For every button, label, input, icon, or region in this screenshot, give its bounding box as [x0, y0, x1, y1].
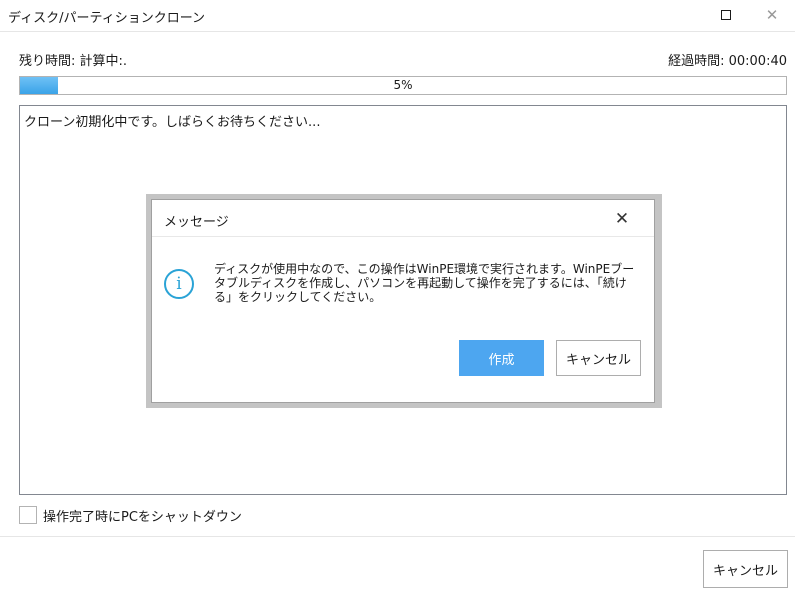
dialog-cancel-button[interactable]: キャンセル	[556, 340, 641, 376]
maximize-button[interactable]	[703, 0, 749, 30]
info-icon: i	[164, 269, 194, 299]
elapsed-label: 経過時間:	[668, 54, 725, 69]
shutdown-checkbox[interactable]	[19, 506, 37, 524]
title-bar: ディスク/パーティションクローン ✕	[0, 0, 795, 32]
close-icon: ✕	[765, 6, 779, 24]
maximize-icon	[721, 10, 731, 20]
footer-divider	[0, 536, 795, 537]
window-title: ディスク/パーティションクローン	[8, 11, 206, 26]
close-icon: ✕	[614, 209, 630, 229]
dialog-close-button[interactable]: ✕	[604, 204, 640, 234]
shutdown-option[interactable]: 操作完了時にPCをシャットダウン	[19, 505, 242, 525]
dialog-title: メッセージ	[164, 215, 229, 230]
progress-text: 5%	[393, 78, 413, 92]
message-dialog: メッセージ ✕ i ディスクが使用中なので、この操作はWinPE環境で実行されま…	[151, 199, 655, 403]
create-button[interactable]: 作成	[459, 340, 544, 376]
dialog-message: ディスクが使用中なので、この操作はWinPE環境で実行されます。WinPEブータ…	[214, 262, 635, 304]
log-line: クローン初期化中です。しばらくお待ちください...	[24, 115, 321, 130]
dialog-divider	[152, 236, 654, 237]
close-button[interactable]: ✕	[749, 0, 795, 30]
elapsed-value: 00:00:40	[728, 54, 787, 69]
shutdown-label: 操作完了時にPCをシャットダウン	[43, 509, 242, 525]
elapsed-time: 経過時間: 00:00:40	[668, 50, 787, 69]
cancel-button[interactable]: キャンセル	[703, 550, 788, 588]
remaining-time: 残り時間: 計算中:.	[19, 54, 128, 69]
progress-bar: 5%	[19, 76, 787, 95]
